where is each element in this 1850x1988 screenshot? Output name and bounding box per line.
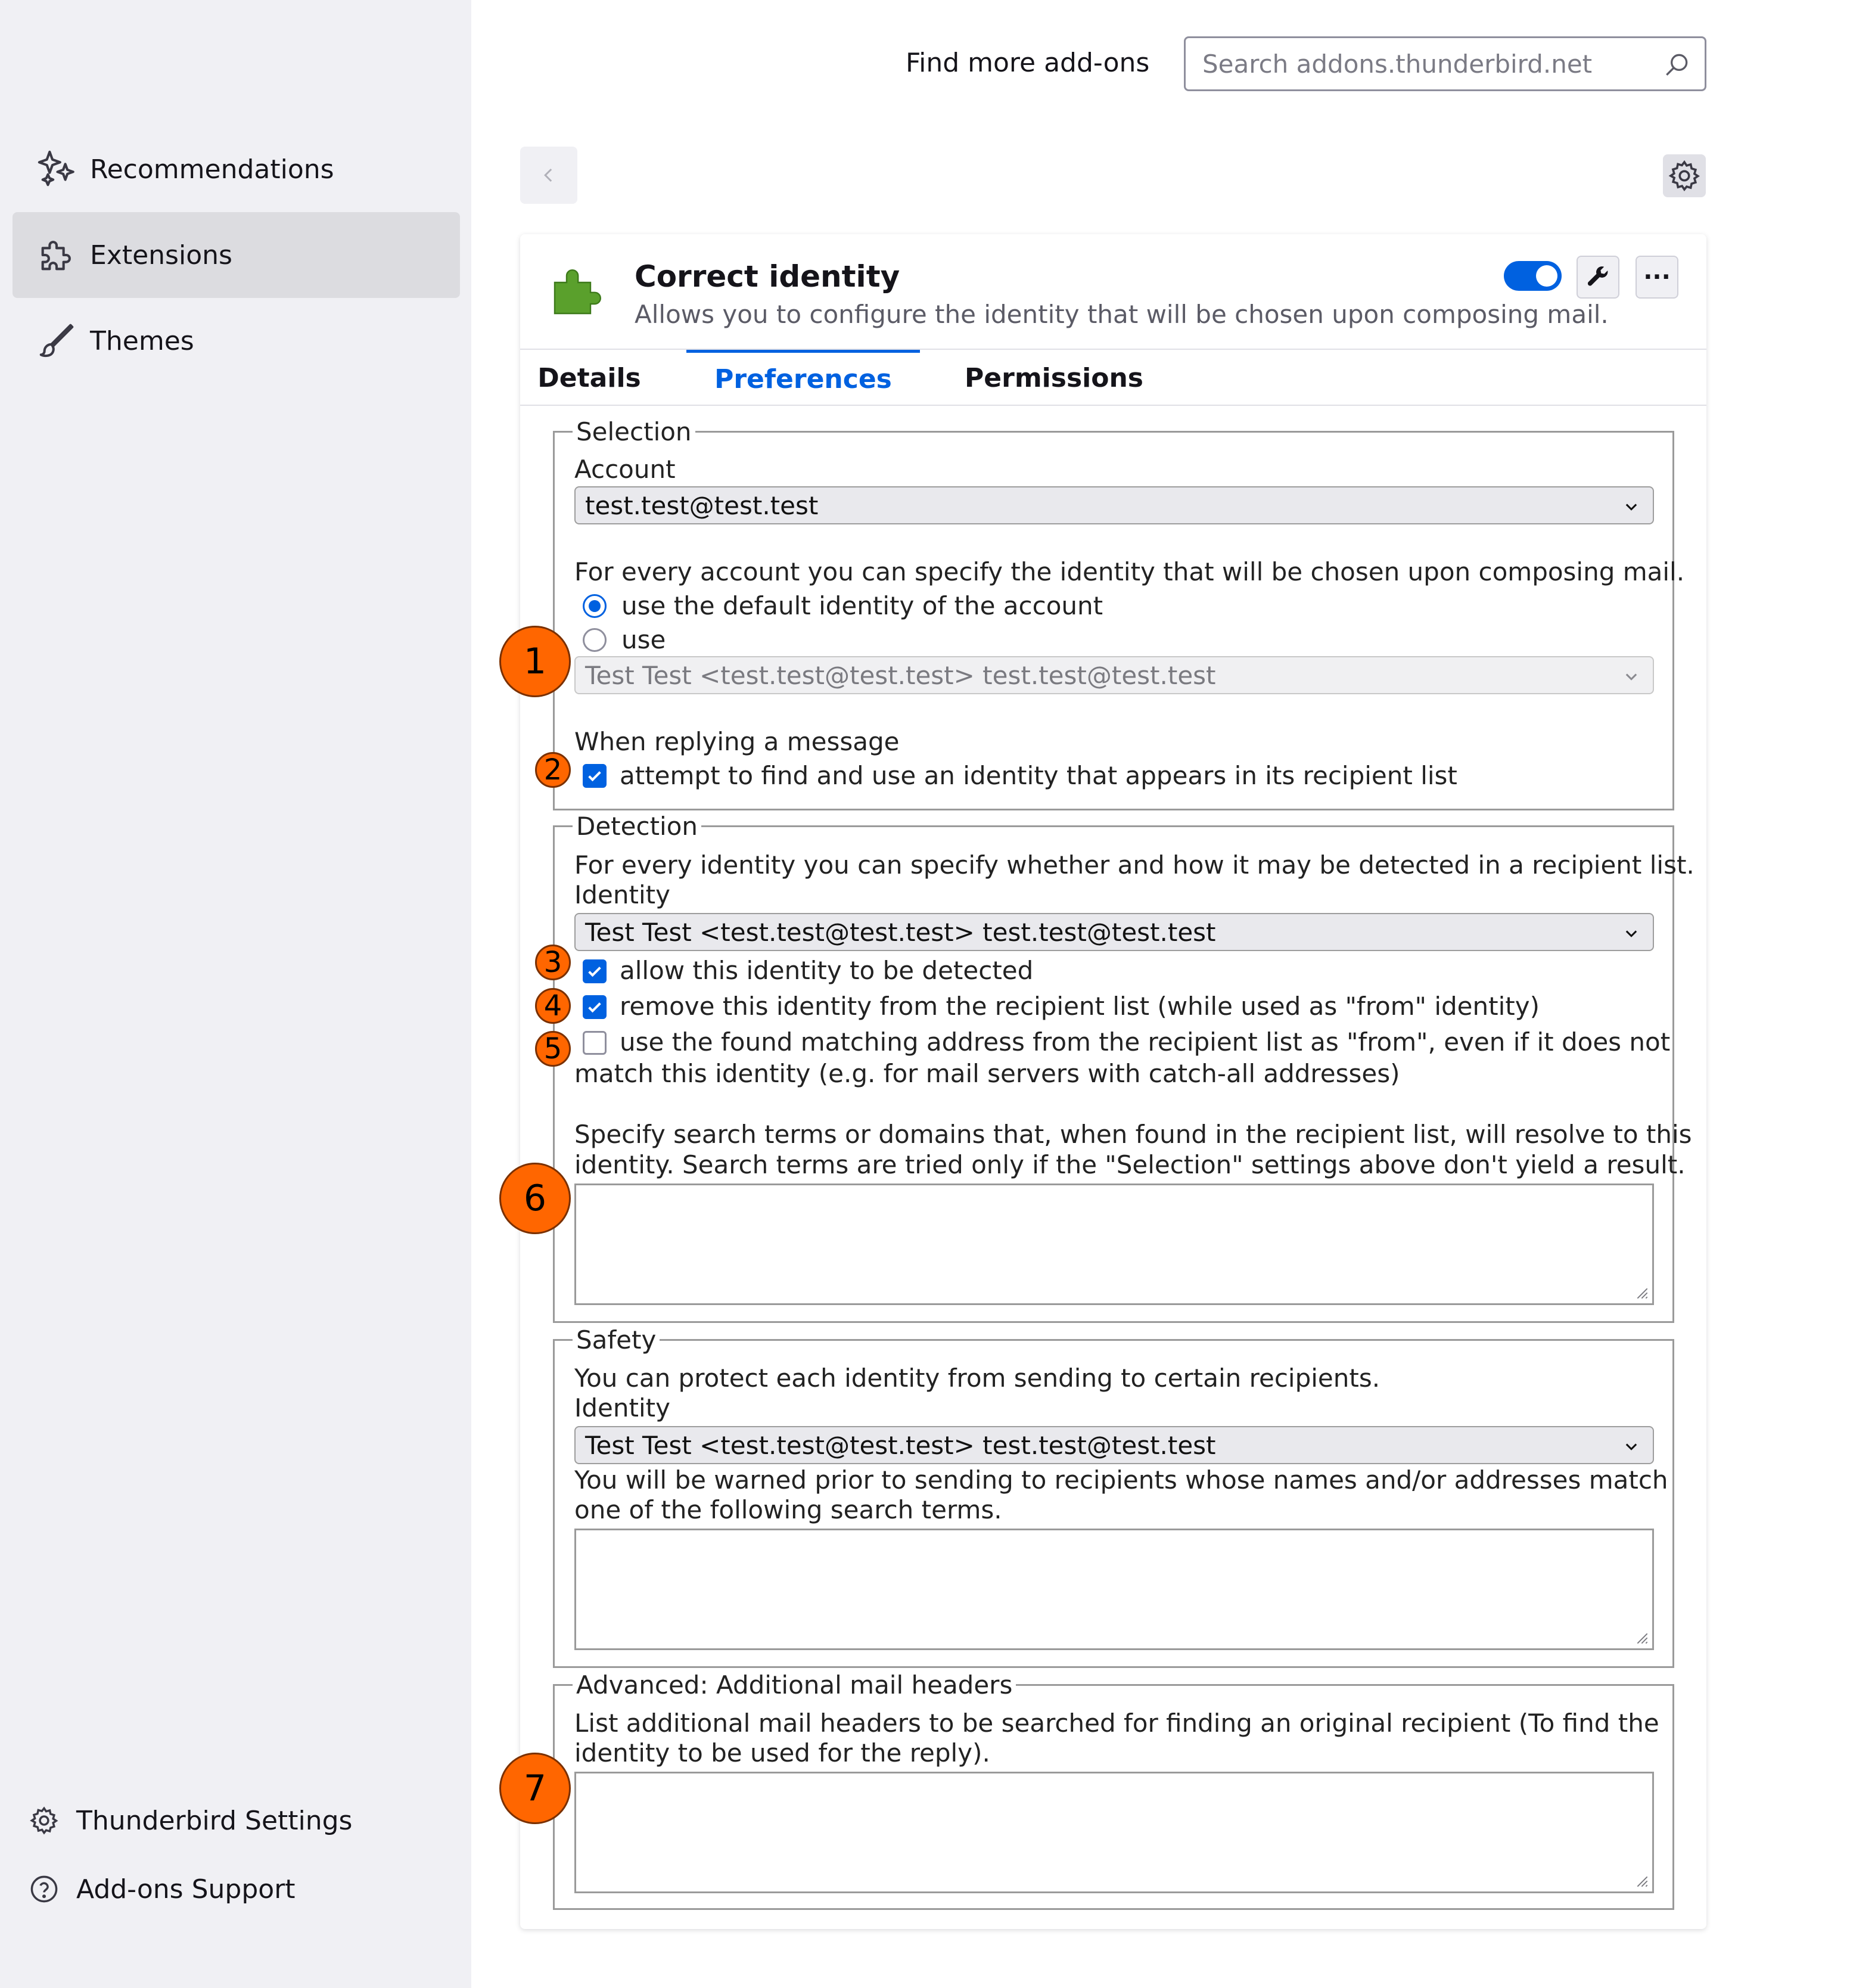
detection-identity-label: Identity [574,880,670,909]
addons-search-field[interactable] [1184,36,1706,91]
preferences-button[interactable] [1577,256,1619,299]
safety-warning-desc-cont: one of the following search terms. [574,1495,1002,1524]
use-found-address-label: use the found matching address from the … [620,1027,1671,1057]
selection-intro: For every account you can specify the id… [574,557,1685,586]
puzzle-piece-icon [554,269,601,315]
page-options-button[interactable] [1663,154,1706,197]
allow-detected-label: allow this identity to be detected [620,956,1034,985]
chevron-down-icon [1625,673,1637,681]
find-more-addons-label: Find more add-ons [906,48,1150,78]
chevron-down-icon [1625,1443,1637,1450]
puzzle-icon [34,232,79,278]
identity-select-safety[interactable]: Test Test <test.test@test.test> test.tes… [574,1426,1654,1464]
replying-label: When replying a message [574,727,900,756]
advanced-desc-cont: identity to be used for the reply). [574,1738,990,1768]
help-icon [27,1872,61,1906]
tab-details[interactable]: Details [536,350,643,406]
sidebar-item-extensions[interactable]: Extensions [13,212,460,298]
use-found-address-label-cont: match this identity (e.g. for mail serve… [574,1059,1400,1088]
radio-default-label: use the default identity of the account [621,591,1103,620]
brush-icon [34,318,79,364]
advanced-desc: List additional mail headers to be searc… [574,1709,1659,1738]
sidebar-item-label: Extensions [90,240,232,271]
safety-terms-textarea[interactable] [574,1529,1654,1650]
mail-headers-textarea[interactable] [574,1772,1654,1893]
chevron-down-icon [1625,930,1637,937]
enable-toggle[interactable] [1504,261,1562,291]
callout-2: 2 [535,752,571,788]
chevron-left-icon [544,168,552,182]
search-terms-desc-cont: identity. Search terms are tried only if… [574,1150,1686,1179]
checkmark-icon [588,1002,601,1013]
safety-identity-label: Identity [574,1393,670,1422]
footer-label: Thunderbird Settings [76,1805,353,1836]
checkbox-remove-identity[interactable] [583,995,607,1019]
checkmark-icon [588,967,601,977]
search-icon[interactable] [1662,50,1692,80]
checkbox-reply-recipient[interactable] [583,764,607,788]
identity-select-value: Test Test <test.test@test.test> test.tes… [585,917,1216,947]
detection-intro: For every identity you can specify wheth… [574,850,1694,880]
addon-name: Correct identity [635,259,900,294]
resize-grip-icon[interactable] [1632,1628,1649,1645]
callout-6: 6 [499,1163,571,1234]
search-terms-textarea[interactable] [574,1184,1654,1305]
identity-select-value: Test Test <test.test@test.test> test.tes… [585,1430,1216,1460]
more-options-button[interactable]: ··· [1636,256,1678,299]
checkbox-use-found-address[interactable] [583,1031,607,1055]
account-select-value: test.test@test.test [585,490,819,520]
detection-legend: Detection [576,812,698,841]
toggle-knob [1536,265,1557,287]
addon-tabs: Details Preferences Permissions [520,349,1706,406]
callout-1: 1 [499,626,571,697]
addon-description: Allows you to configure the identity tha… [635,300,1609,329]
radio-default-identity[interactable] [583,594,607,618]
wrench-icon [1587,266,1608,286]
sidebar-item-label: Themes [90,325,194,356]
resize-grip-icon[interactable] [1632,1283,1649,1300]
identity-select-detection[interactable]: Test Test <test.test@test.test> test.tes… [574,913,1654,951]
advanced-legend: Advanced: Additional mail headers [576,1670,1013,1700]
selection-legend: Selection [576,417,692,446]
gear-icon [1668,160,1700,192]
sidebar-item-themes[interactable]: Themes [13,298,460,384]
account-label: Account [574,455,676,484]
radio-use-label: use [621,625,666,654]
safety-legend: Safety [576,1325,657,1355]
callout-7: 7 [499,1753,571,1824]
chevron-down-icon [1625,504,1637,511]
tab-preferences[interactable]: Preferences [686,350,920,406]
radio-use-identity[interactable] [583,628,607,652]
sidebar-item-label: Recommendations [90,154,334,185]
safety-intro: You can protect each identity from sendi… [574,1363,1380,1393]
search-terms-desc: Specify search terms or domains that, wh… [574,1120,1692,1149]
callout-3: 3 [535,945,571,980]
sidebar-item-recommendations[interactable]: Recommendations [13,126,460,212]
back-button[interactable] [520,147,577,204]
footer-label: Add-ons Support [76,1874,296,1905]
safety-warning-desc: You will be warned prior to sending to r… [574,1465,1668,1495]
sparkle-icon [34,147,79,192]
thunderbird-settings-link[interactable]: Thunderbird Settings [27,1794,352,1847]
gear-icon [27,1804,61,1837]
resize-grip-icon[interactable] [1632,1871,1649,1888]
checkmark-icon [588,771,601,782]
tab-permissions[interactable]: Permissions [947,350,1161,406]
search-input[interactable] [1201,48,1644,79]
checkbox-allow-detected[interactable] [583,959,607,983]
reply-recipient-label: attempt to find and use an identity that… [620,761,1457,790]
sidebar: Recommendations Extensions Themes Thunde… [0,0,471,1988]
callout-4: 4 [535,988,571,1024]
identity-select-selection[interactable]: Test Test <test.test@test.test> test.tes… [574,656,1654,694]
account-select[interactable]: test.test@test.test [574,486,1654,524]
addons-support-link[interactable]: Add-ons Support [27,1862,296,1916]
remove-identity-label: remove this identity from the recipient … [620,992,1540,1021]
callout-5: 5 [535,1031,571,1067]
identity-select-value: Test Test <test.test@test.test> test.tes… [585,660,1216,690]
